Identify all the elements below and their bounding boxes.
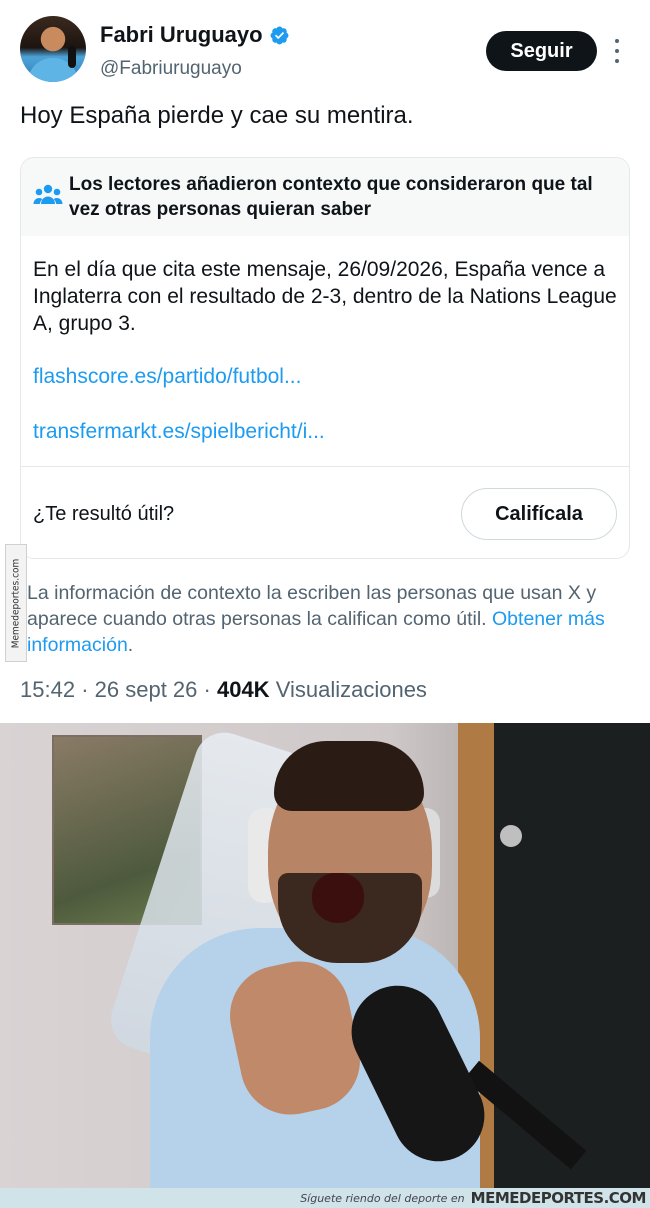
views-label: Visualizaciones [275,677,427,702]
disclaimer-suffix: . [127,634,134,656]
avatar-mic [68,46,76,68]
side-watermark: Memedeportes.com [5,544,27,662]
author-avatar[interactable] [20,16,86,82]
tweet-meta: 15:42 · 26 sept 26 · 404K Visualizacione… [20,677,427,703]
useful-question: ¿Te resultó útil? [33,503,175,525]
author-handle[interactable]: @Fabriuruguayo [100,58,242,80]
meta-separator: · [81,677,95,702]
community-note-title: Los lectores añadieron contexto que cons… [69,174,593,220]
footer-watermark-bar: Síguete riendo del deporte en MEMEDEPORT… [0,1188,650,1208]
rate-note-button[interactable]: Califícala [461,488,617,540]
side-watermark-text: Memedeportes.com [10,558,22,648]
tweet-time[interactable]: 15:42 [20,677,75,702]
tweet-text: Hoy España pierde y cae su mentira. [20,102,414,129]
meta-separator: · [203,677,217,702]
community-note-body: En el día que cita este mensaje, 26/09/2… [33,258,617,335]
note-disclaimer: La información de contexto la escriben l… [27,580,637,658]
follow-button[interactable]: Seguir [486,31,597,71]
verified-badge-icon [270,26,289,44]
tweet-date[interactable]: 26 sept 26 [95,677,198,702]
people-icon [33,184,63,204]
author-display-name[interactable]: Fabri Uruguayo [100,22,263,48]
footer-tagline: Síguete riendo del deporte en [300,1191,465,1205]
community-note-header: Los lectores añadieron contexto que cons… [21,158,629,236]
footer-brand: MEMEDEPORTES.COM [470,1189,647,1207]
note-source-link-transfermarkt[interactable]: transfermarkt.es/spielbericht/i... [33,420,325,444]
tweet-media-photo[interactable] [0,723,650,1188]
photo-door-knob [500,825,522,847]
author-name-row: Fabri Uruguayo [100,22,290,48]
photo-person-mouth [312,873,364,923]
photo-person-hair [274,741,424,811]
views-count: 404K [216,677,270,702]
more-options-icon[interactable] [608,36,626,66]
community-note-card: Los lectores añadieron contexto que cons… [20,157,630,559]
more-dot [615,49,619,53]
divider [21,466,629,467]
more-dot [615,39,619,43]
more-dot [615,59,619,63]
note-source-link-flashscore[interactable]: flashscore.es/partido/futbol... [33,365,301,389]
